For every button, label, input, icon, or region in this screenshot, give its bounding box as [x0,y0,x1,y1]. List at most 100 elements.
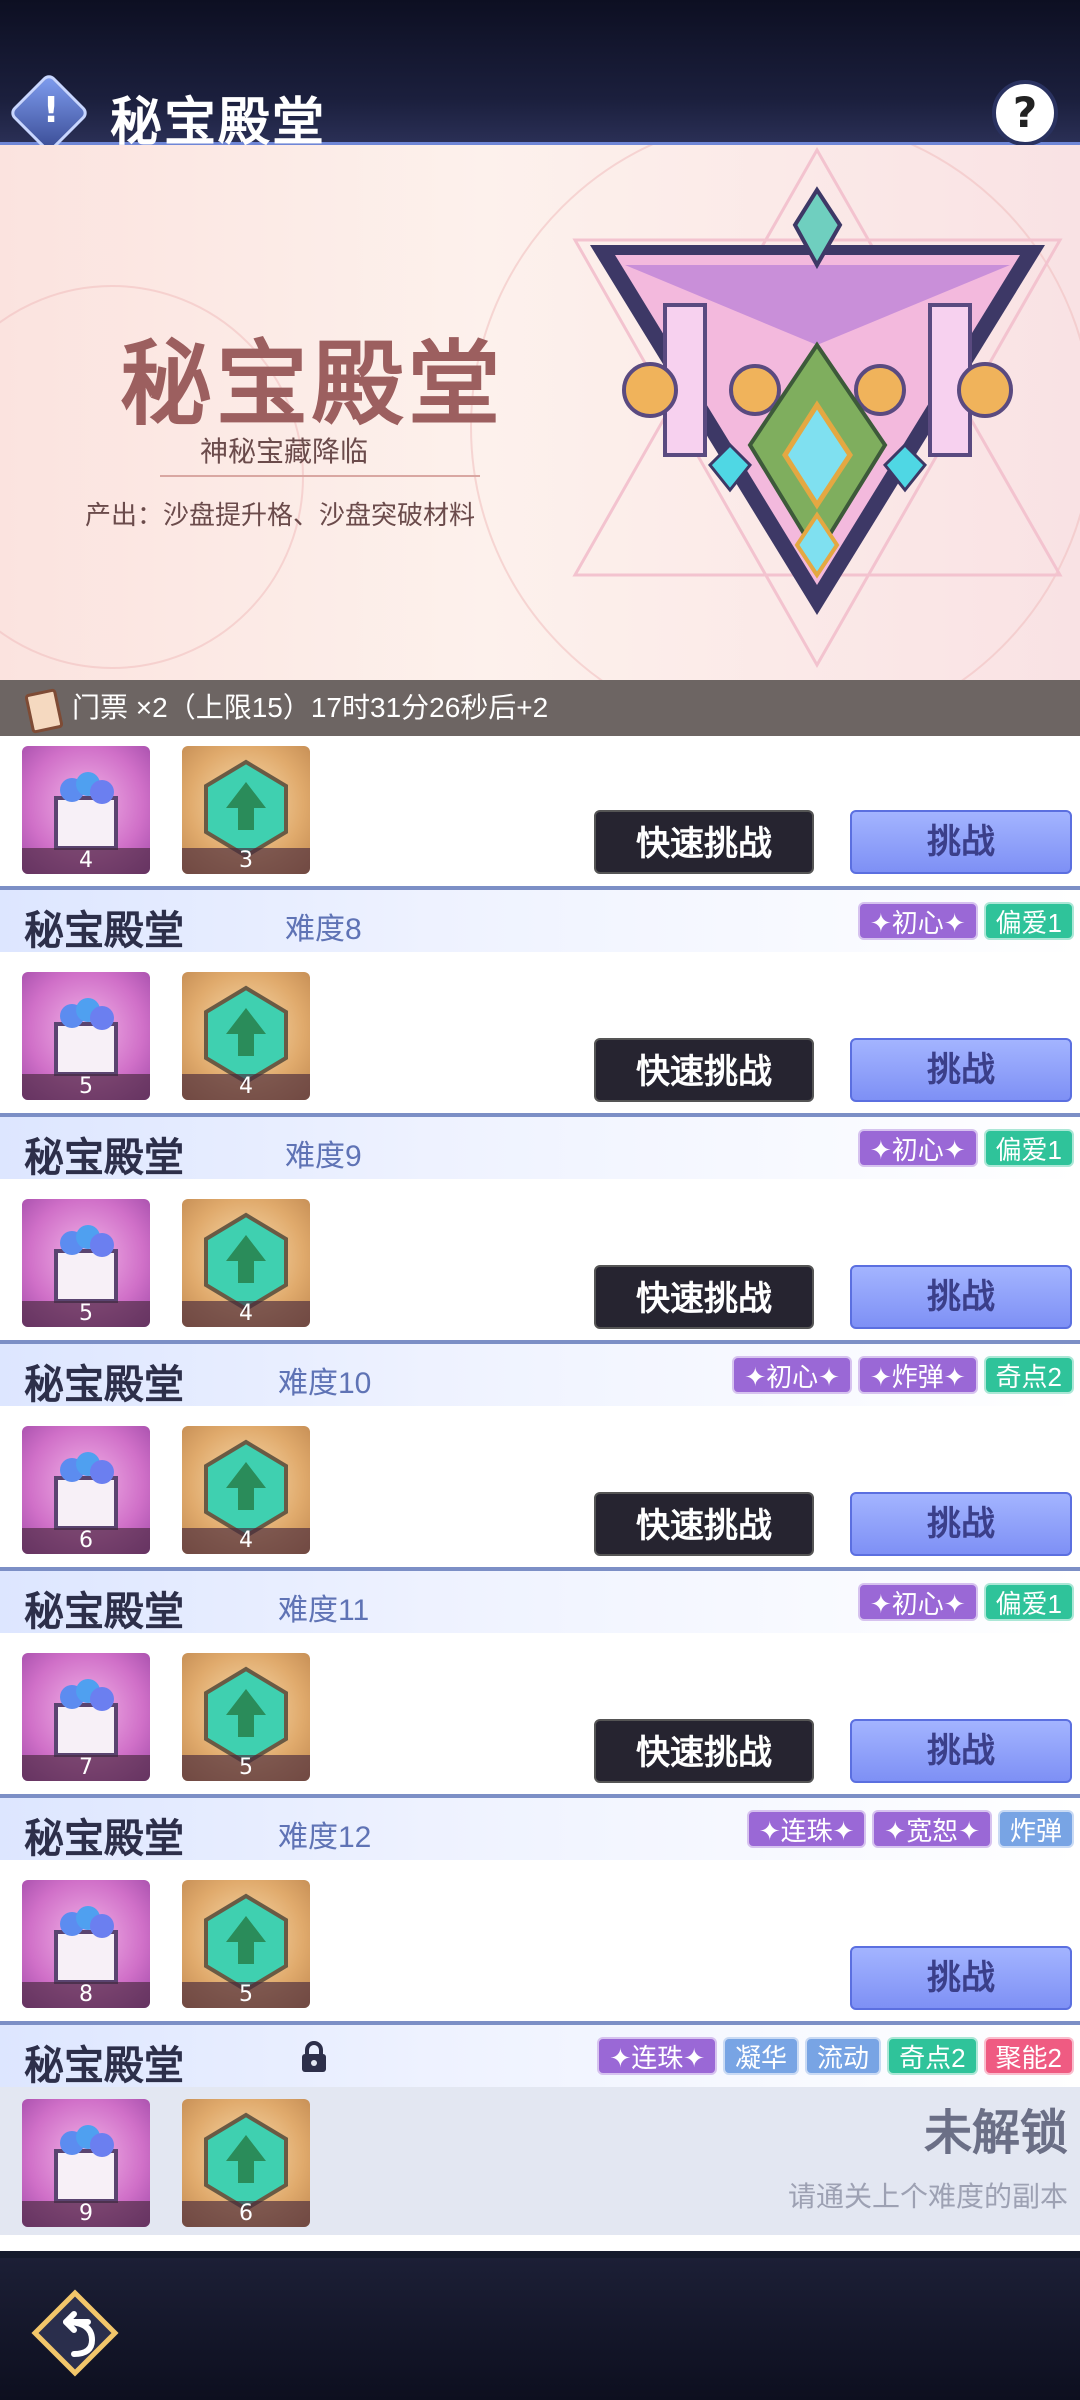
reward-count: 5 [182,1982,310,2008]
level-difficulty: 难度8 [285,913,362,946]
level-difficulty: 难度12 [278,1821,372,1854]
level-header: 秘宝殿堂 ✦连珠✦ 凝华 流动 奇点2 聚能2 [0,2025,1080,2089]
challenge-button[interactable]: 挑战 [850,1492,1072,1556]
page-title: 秘宝殿堂 [110,92,327,153]
quick-challenge-button[interactable]: 快速挑战 [594,1265,814,1329]
modifier-tag[interactable]: 偏爱1 [983,1583,1074,1621]
level-name: 秘宝殿堂 [24,1815,184,1862]
level-header: 秘宝殿堂 难度11 ✦初心✦ 偏爱1 [0,1571,1080,1635]
upgrade-gem-icon[interactable]: 6 [182,2099,310,2227]
level-difficulty: 难度10 [278,1367,372,1400]
level-tags: ✦连珠✦ 凝华 流动 奇点2 聚能2 [597,2037,1074,2075]
locked-title: 未解锁 [923,2105,1068,2161]
level-tags: ✦连珠✦ ✦宽恕✦ 炸弹 [746,1810,1074,1848]
level-tags: ✦初心✦ 偏爱1 [857,1583,1074,1621]
modifier-tag[interactable]: 奇点2 [887,2037,978,2075]
info-glyph: ! [42,89,60,131]
ticket-text: 门票 ×2（上限15）17时31分26秒后+2 [72,692,549,723]
challenge-button[interactable]: 挑战 [850,1719,1072,1783]
modifier-tag[interactable]: ✦连珠✦ [746,1810,867,1848]
level-name: 秘宝殿堂 [24,2042,184,2089]
reward-count: 4 [182,1074,310,1100]
level-row: 秘宝殿堂 难度8 ✦初心✦ 偏爱1 5 4 快速挑战 挑战 [0,890,1080,1117]
help-icon[interactable]: ? [992,80,1058,146]
upgrade-gem-icon[interactable]: 5 [182,1880,310,2008]
upgrade-gem-icon[interactable]: 5 [182,1653,310,1781]
reward-count: 8 [22,1982,150,2008]
modifier-tag[interactable]: 奇点2 [983,1356,1074,1394]
challenge-button[interactable]: 挑战 [850,1038,1072,1102]
banner-title: 秘宝殿堂 [120,330,505,438]
modifier-tag[interactable]: ✦炸弹✦ [857,1356,978,1394]
upgrade-gem-icon[interactable]: 4 [182,1426,310,1554]
modifier-tag[interactable]: ✦连珠✦ [597,2037,718,2075]
level-difficulty: 难度9 [285,1140,362,1173]
gem-box-icon[interactable]: 7 [22,1653,150,1781]
reward-count: 9 [22,2201,150,2227]
modifier-tag[interactable]: 聚能2 [983,2037,1074,2075]
gem-box-icon[interactable]: 5 [22,1199,150,1327]
reward-count: 4 [182,1301,310,1327]
modifier-tag[interactable]: 凝华 [723,2037,800,2075]
level-name: 秘宝殿堂 [24,1361,184,1408]
upgrade-gem-icon[interactable]: 3 [182,746,310,874]
quick-challenge-button[interactable]: 快速挑战 [594,1719,814,1783]
level-name: 秘宝殿堂 [24,907,184,954]
level-name: 秘宝殿堂 [24,1588,184,1635]
quick-challenge-button[interactable]: 快速挑战 [594,1038,814,1102]
ticket-bar: 门票 ×2（上限15）17时31分26秒后+2 [0,680,1080,736]
level-row: 秘宝殿堂 难度10 ✦初心✦ ✦炸弹✦ 奇点2 6 4 快速挑战 挑战 [0,1344,1080,1571]
level-header: 秘宝殿堂 难度8 ✦初心✦ 偏爱1 [0,890,1080,954]
banner-divider [160,475,480,477]
modifier-tag[interactable]: ✦宽恕✦ [872,1810,992,1848]
level-row: 秘宝殿堂 难度9 ✦初心✦ 偏爱1 5 4 快速挑战 挑战 [0,1117,1080,1344]
level-row: 秘宝殿堂 难度12 ✦连珠✦ ✦宽恕✦ 炸弹 8 5 挑战 [0,1798,1080,2025]
modifier-tag[interactable]: 流动 [805,2037,882,2075]
footer [0,2258,1080,2400]
temple-emblem-icon [572,146,1063,669]
modifier-tag[interactable]: 炸弹 [997,1810,1074,1848]
level-tags: ✦初心✦ ✦炸弹✦ 奇点2 [732,1356,1074,1394]
level-header: 秘宝殿堂 难度10 ✦初心✦ ✦炸弹✦ 奇点2 [0,1344,1080,1408]
modifier-tag[interactable]: ✦初心✦ [732,1356,852,1394]
challenge-button[interactable]: 挑战 [850,810,1072,874]
level-row-locked: 秘宝殿堂 ✦连珠✦ 凝华 流动 奇点2 聚能2 9 6 未解锁 请通关上个难度的… [0,2025,1080,2251]
challenge-button[interactable]: 挑战 [850,1946,1072,2010]
gem-box-icon[interactable]: 4 [22,746,150,874]
top-bar: ! 秘宝殿堂 ? [0,0,1080,155]
modifier-tag[interactable]: ✦初心✦ [857,902,978,940]
level-header: 秘宝殿堂 难度9 ✦初心✦ 偏爱1 [0,1117,1080,1181]
reward-count: 7 [22,1755,150,1781]
upgrade-gem-icon[interactable]: 4 [182,972,310,1100]
modifier-tag[interactable]: 偏爱1 [983,902,1074,940]
reward-count: 3 [182,848,310,874]
reward-count: 5 [182,1755,310,1781]
banner-output: 产出：沙盘提升格、沙盘突破材料 [85,500,476,530]
back-arrow-icon[interactable] [30,2288,120,2378]
reward-count: 5 [22,1301,150,1327]
gem-box-icon[interactable]: 5 [22,972,150,1100]
locked-hint: 请通关上个难度的副本 [787,2180,1068,2213]
level-header: 秘宝殿堂 难度12 ✦连珠✦ ✦宽恕✦ 炸弹 [0,1798,1080,1862]
quick-challenge-button[interactable]: 快速挑战 [594,810,814,874]
quick-challenge-button[interactable]: 快速挑战 [594,1492,814,1556]
info-icon[interactable]: ! [7,71,91,155]
challenge-button[interactable]: 挑战 [850,1265,1072,1329]
lock-icon [302,2041,326,2072]
ticket-icon [24,688,64,734]
level-difficulty: 难度11 [278,1594,370,1627]
level-row: 秘宝殿堂 难度11 ✦初心✦ 偏爱1 7 5 快速挑战 挑战 [0,1571,1080,1798]
gem-box-icon[interactable]: 9 [22,2099,150,2227]
modifier-tag[interactable]: ✦初心✦ [857,1583,978,1621]
reward-count: 4 [22,848,150,874]
modifier-tag[interactable]: 偏爱1 [983,1129,1074,1167]
upgrade-gem-icon[interactable]: 4 [182,1199,310,1327]
reward-count: 6 [22,1528,150,1554]
modifier-tag[interactable]: ✦初心✦ [857,1129,978,1167]
reward-count: 6 [182,2201,310,2227]
gem-box-icon[interactable]: 6 [22,1426,150,1554]
reward-count: 4 [182,1528,310,1554]
level-name: 秘宝殿堂 [24,1134,184,1181]
gem-box-icon[interactable]: 8 [22,1880,150,2008]
level-tags: ✦初心✦ 偏爱1 [857,1129,1074,1167]
